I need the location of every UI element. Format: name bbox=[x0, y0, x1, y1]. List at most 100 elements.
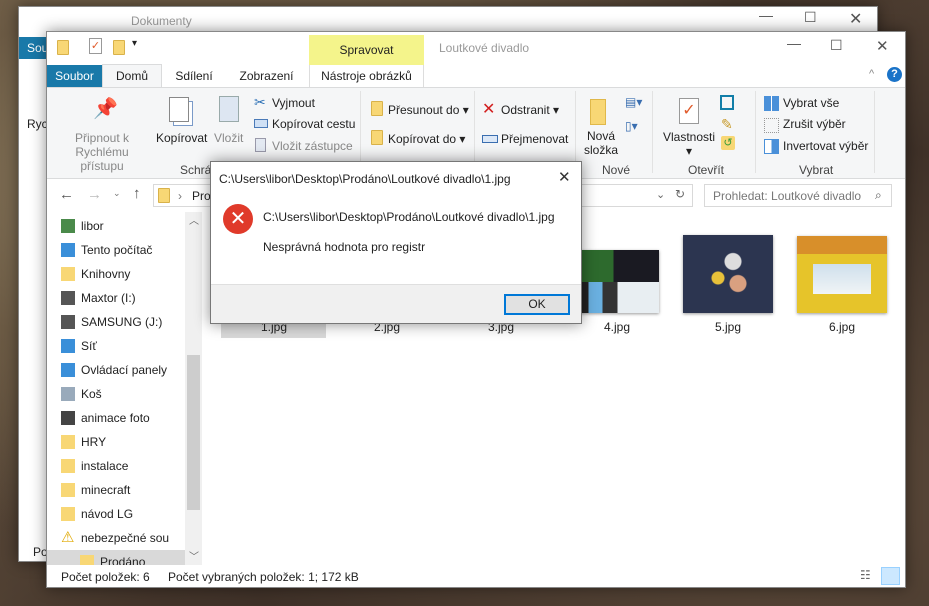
copy-to-label: Kopírovat do bbox=[388, 132, 457, 146]
properties-label: Vlastnosti bbox=[663, 130, 716, 144]
easy-access-icon[interactable]: ▯▾ bbox=[625, 119, 638, 133]
cut-button[interactable]: Vyjmout bbox=[272, 96, 315, 110]
status-item-count: Počet položek: 6 bbox=[61, 570, 150, 584]
nav-item[interactable]: libor bbox=[61, 214, 104, 238]
large-icons-view-icon[interactable] bbox=[881, 567, 900, 585]
nav-item[interactable]: Knihovny bbox=[61, 262, 131, 286]
tab-zobrazeni[interactable]: Zobrazení bbox=[229, 65, 304, 87]
paste-icon bbox=[219, 96, 239, 122]
new-folder-label-1: Nová bbox=[587, 129, 616, 143]
file-label[interactable]: 5.jpg bbox=[693, 320, 763, 334]
tab-nastroje-obrazku[interactable]: Nástroje obrázků bbox=[309, 65, 424, 87]
scrollbar-thumb[interactable] bbox=[187, 355, 200, 510]
nav-item[interactable]: HRY bbox=[61, 430, 106, 454]
search-input[interactable]: Prohledat: Loutkové divadlo ⌕ bbox=[704, 184, 892, 207]
open-icon[interactable] bbox=[720, 95, 734, 110]
properties-button[interactable]: Vlastnosti ▾ bbox=[663, 130, 715, 158]
move-to-label: Přesunout do bbox=[388, 103, 460, 117]
file-label[interactable]: 6.jpg bbox=[807, 320, 877, 334]
close-icon[interactable]: ✕ bbox=[849, 9, 862, 29]
folder-icon bbox=[61, 483, 75, 497]
nav-item[interactable]: Maxtor (I:) bbox=[61, 286, 136, 310]
maximize-icon[interactable]: ☐ bbox=[804, 9, 817, 26]
minimize-icon[interactable]: — bbox=[787, 35, 801, 51]
nav-item-label: SAMSUNG (J:) bbox=[81, 315, 163, 329]
nav-item[interactable]: návod LG bbox=[61, 502, 133, 526]
recent-locations-icon[interactable]: ⌄ bbox=[113, 188, 121, 199]
dialog-close-icon[interactable]: ✕ bbox=[558, 168, 571, 186]
address-dropdown-icon[interactable]: ⌄ bbox=[656, 188, 665, 201]
copy-to-button[interactable]: Kopírovat do ▾ bbox=[388, 132, 465, 146]
minimize-icon[interactable]: — bbox=[759, 7, 773, 23]
details-view-icon[interactable]: ☷ bbox=[860, 568, 871, 582]
breadcrumb-separator: › bbox=[178, 189, 182, 203]
forward-icon[interactable]: → bbox=[87, 186, 102, 203]
user-icon bbox=[61, 219, 75, 233]
nav-item[interactable]: SAMSUNG (J:) bbox=[61, 310, 163, 334]
copy-button[interactable]: Kopírovat bbox=[156, 131, 207, 145]
maximize-icon[interactable]: ☐ bbox=[830, 37, 843, 54]
thumbnail-4[interactable] bbox=[576, 250, 659, 313]
copy-path-button[interactable]: Kopírovat cestu bbox=[272, 117, 355, 131]
move-to-button[interactable]: Přesunout do ▾ bbox=[388, 103, 469, 117]
refresh-icon[interactable]: ↻ bbox=[675, 187, 685, 201]
collapse-ribbon-icon[interactable]: ^ bbox=[869, 68, 874, 80]
nav-item[interactable]: animace foto bbox=[61, 406, 150, 430]
close-icon[interactable]: ✕ bbox=[876, 37, 889, 55]
history-icon[interactable]: ↺ bbox=[721, 136, 735, 150]
tab-sdileni[interactable]: Sdílení bbox=[165, 65, 223, 87]
nav-item[interactable]: Síť bbox=[61, 334, 97, 358]
copy-icon bbox=[169, 97, 189, 122]
nav-item[interactable]: instalace bbox=[61, 454, 128, 478]
scroll-down-icon[interactable]: ﹀ bbox=[189, 548, 199, 563]
nav-item[interactable]: Tento počítač bbox=[61, 238, 152, 262]
dialog-title: C:\Users\libor\Desktop\Prodáno\Loutkové … bbox=[219, 172, 511, 186]
nav-item[interactable]: ⚠ nebezpečné sou bbox=[61, 526, 169, 550]
up-icon[interactable]: ↑ bbox=[133, 185, 141, 202]
edit-icon[interactable]: ✎ bbox=[721, 116, 733, 133]
nav-item-label: libor bbox=[81, 219, 104, 233]
back-ribbon-text: Ryc bbox=[27, 117, 48, 131]
new-folder-button[interactable]: Nová složka bbox=[584, 129, 618, 157]
dialog-message: Nesprávná hodnota pro registr bbox=[263, 240, 426, 254]
tab-soubor[interactable]: Soubor bbox=[47, 65, 102, 87]
search-icon: ⌕ bbox=[875, 188, 882, 202]
invert-selection-button[interactable]: Invertovat výběr bbox=[783, 139, 868, 153]
file-label[interactable]: 4.jpg bbox=[582, 320, 652, 334]
customize-quick-access-icon[interactable]: ▾ bbox=[132, 38, 137, 49]
back-icon[interactable]: ← bbox=[59, 186, 74, 203]
nav-item[interactable]: Prodáno bbox=[47, 550, 185, 565]
window-title: Loutkové divadlo bbox=[439, 41, 530, 55]
nav-item-label: Síť bbox=[81, 339, 97, 353]
thumbnail-5[interactable] bbox=[683, 235, 773, 313]
nav-item-label: Maxtor (I:) bbox=[81, 291, 136, 305]
network-icon bbox=[61, 339, 75, 353]
search-placeholder: Prohledat: Loutkové divadlo bbox=[713, 189, 862, 203]
pin-quick-access-button[interactable]: Připnout k Rychlému přístupu bbox=[53, 131, 151, 173]
nav-item[interactable]: Ovládací panely bbox=[61, 358, 167, 382]
folder-icon bbox=[80, 555, 94, 565]
nav-item[interactable]: minecraft bbox=[61, 478, 130, 502]
nav-scrollbar[interactable]: ︿ ﹀ bbox=[185, 212, 202, 565]
select-all-button[interactable]: Vybrat vše bbox=[783, 96, 839, 110]
group-label-open: Otevřít bbox=[688, 163, 725, 177]
computer-icon bbox=[61, 243, 75, 257]
help-icon[interactable]: ? bbox=[887, 67, 902, 82]
rename-button[interactable]: Přejmenovat bbox=[501, 132, 568, 146]
ok-button[interactable]: OK bbox=[504, 294, 570, 315]
nav-item[interactable]: Koš bbox=[61, 382, 102, 406]
properties-quick-icon[interactable]: ✓ bbox=[89, 38, 102, 54]
back-window-file-tab[interactable]: Sou bbox=[19, 37, 47, 59]
new-folder-quick-icon[interactable] bbox=[113, 40, 125, 55]
new-item-icon[interactable]: ▤▾ bbox=[625, 95, 642, 109]
nav-item-label: Knihovny bbox=[81, 267, 131, 281]
paste-shortcut-button[interactable]: Vložit zástupce bbox=[272, 139, 353, 153]
tab-domu[interactable]: Domů bbox=[102, 64, 162, 88]
scroll-up-icon[interactable]: ︿ bbox=[189, 212, 199, 227]
thumbnail-6[interactable] bbox=[797, 236, 887, 313]
select-none-button[interactable]: Zrušit výběr bbox=[783, 117, 846, 131]
dialog-path: C:\Users\libor\Desktop\Prodáno\Loutkové … bbox=[263, 210, 555, 224]
delete-button[interactable]: Odstranit ▾ bbox=[501, 103, 559, 117]
folder-icon bbox=[158, 188, 170, 203]
paste-button[interactable]: Vložit bbox=[214, 131, 243, 145]
